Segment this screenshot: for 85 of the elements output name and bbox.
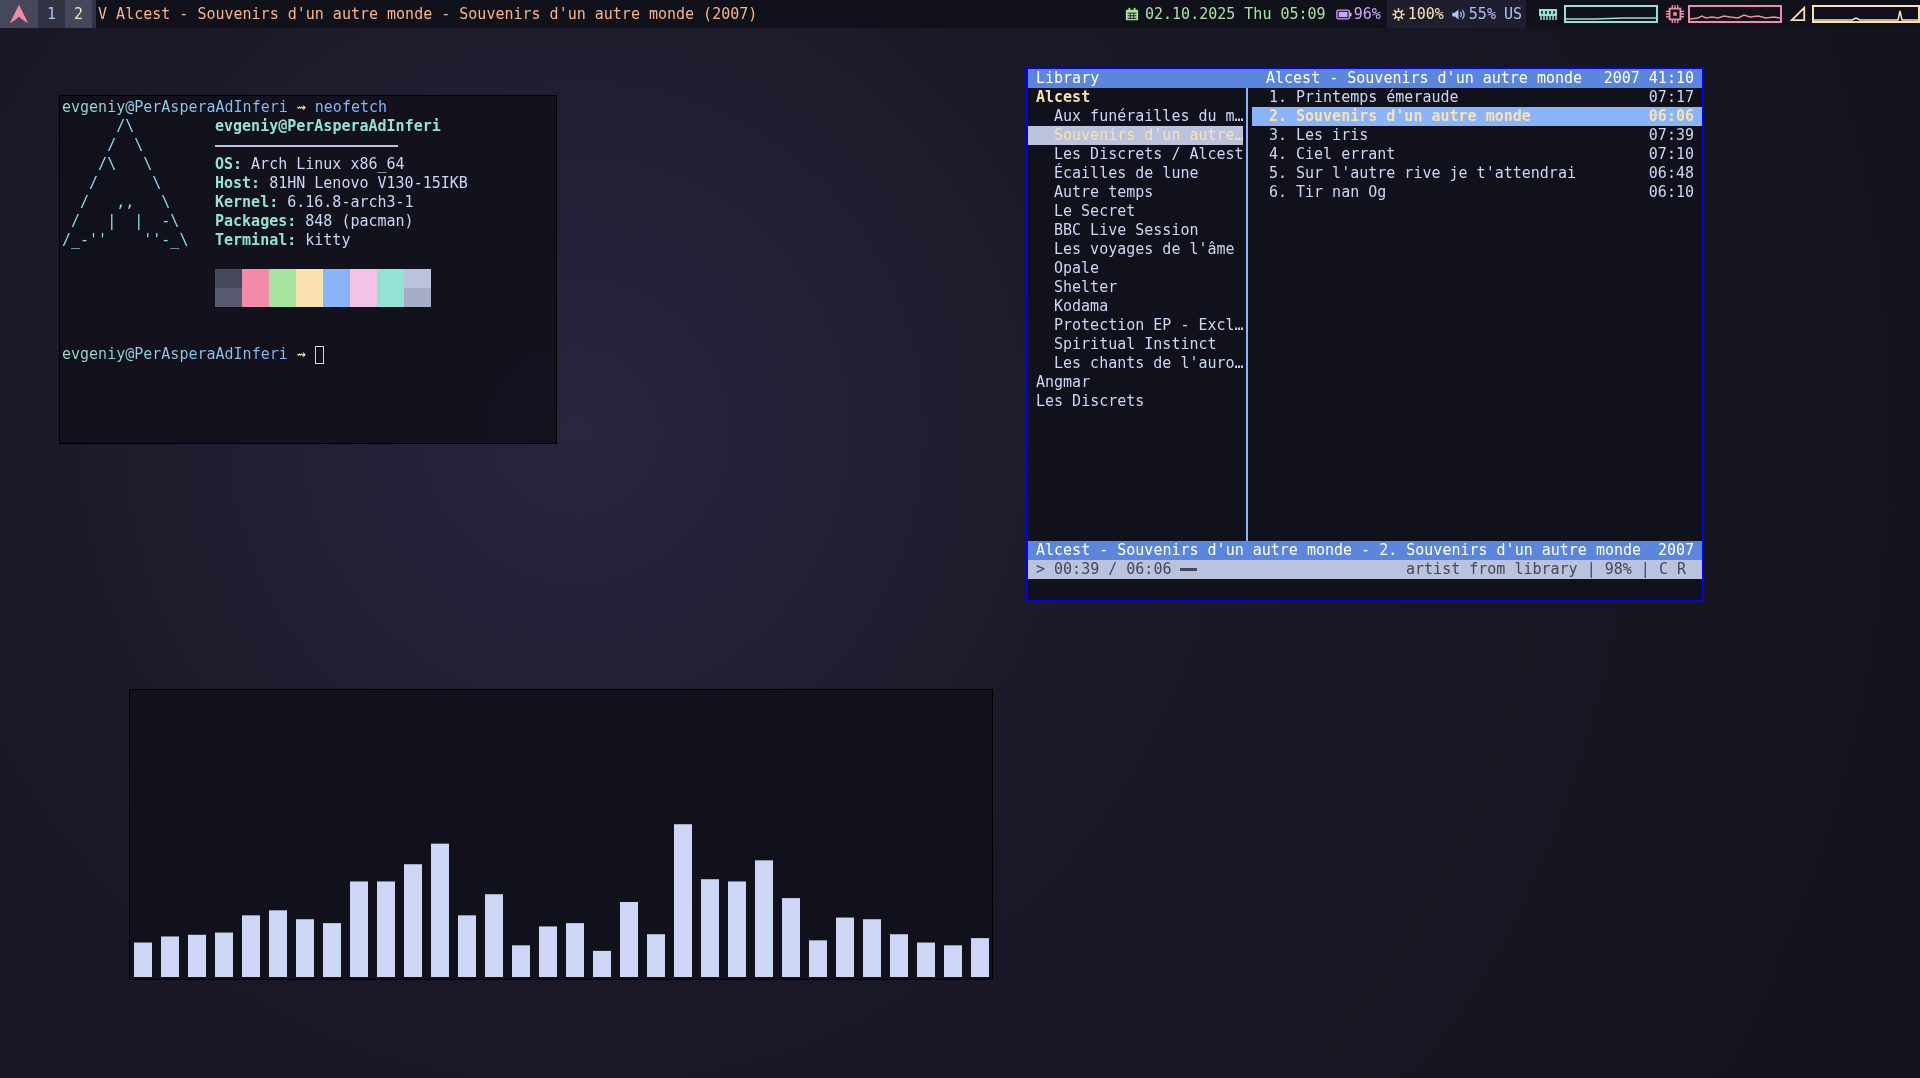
album-info: 2007 41:10 <box>1603 69 1694 88</box>
track-number: 5. <box>1269 164 1289 183</box>
workspace-tab[interactable]: 2 <box>65 0 93 28</box>
command-text: neofetch <box>314 98 388 117</box>
prompt-text: evgeniy@PerAsperaAdInferi <box>62 345 288 364</box>
album-item[interactable]: Shelter <box>1028 278 1246 297</box>
window-title: V Alcest - Souvenirs d'un autre monde - Souvenirs d'un autre monde (2007) <box>98 3 758 25</box>
text-cursor <box>314 346 324 364</box>
ascii-logo-line: / ,, \ <box>79 193 172 212</box>
info-value: 81HN Lenovo V130-15IKB <box>269 174 468 193</box>
artist-item[interactable]: Angmar <box>1028 373 1246 392</box>
brightness-text: 100% <box>1407 3 1444 25</box>
prompt-text: evgeniy@PerAsperaAdInferi <box>62 98 288 117</box>
track-duration: 06:06 <box>1648 107 1694 126</box>
track-row[interactable]: 4. Ciel errant 07:10 <box>1252 145 1702 164</box>
ascii-logo-line: / | | -\ <box>70 212 181 231</box>
track-duration: 07:17 <box>1648 88 1694 107</box>
info-label: Kernel: <box>215 193 279 212</box>
ascii-logo-line: / \ <box>106 136 145 155</box>
album-item[interactable]: Les Discrets / Alcest <box>1028 145 1246 164</box>
launcher-icon[interactable] <box>8 3 30 25</box>
album-item[interactable]: Kodama <box>1028 297 1246 316</box>
track-number: 6. <box>1269 183 1289 202</box>
info-value: 6.16.8-arch3-1 <box>287 193 414 212</box>
album-item[interactable]: Spiritual Instinct <box>1028 335 1246 354</box>
now-playing-text: Alcest - Souvenirs d'un autre monde - 2. Souvenirs d'un autre monde <box>1036 541 1642 560</box>
artist-item[interactable]: Les Discrets <box>1028 392 1246 411</box>
workspace-tab[interactable]: 1 <box>38 0 66 28</box>
ascii-logo-line: / \ <box>88 174 163 193</box>
ascii-logo-line: /\ <box>115 117 136 136</box>
album-item[interactable]: Les chants de l'auro… <box>1028 354 1246 373</box>
neofetch-title: evgeniy@PerAsperaAdInferi <box>215 117 442 136</box>
pane-title: Library <box>1036 69 1101 88</box>
track-duration: 07:10 <box>1648 145 1694 164</box>
album-item[interactable]: Protection EP - Excl… <box>1028 316 1246 335</box>
track-number: 4. <box>1269 145 1289 164</box>
track-row[interactable]: 1. Printemps émeraude 07:17 <box>1252 88 1702 107</box>
album-item[interactable]: BBC Live Session <box>1028 221 1246 240</box>
track-title: Printemps émeraude <box>1296 88 1459 107</box>
info-label: Terminal: <box>215 231 297 250</box>
track-number: 1. <box>1269 88 1289 107</box>
track-number: 2. <box>1269 107 1289 126</box>
clock-text: 02.10.2025 Thu 05:09 <box>1145 3 1326 25</box>
track-title: Les iris <box>1296 126 1369 145</box>
track-title: Tir nan Og <box>1296 183 1387 202</box>
cpu-chip-icon <box>1666 5 1684 23</box>
track-title: Sur l'autre rive je t'attendrai <box>1296 164 1576 183</box>
album-item[interactable]: Opale <box>1028 259 1246 278</box>
album-item[interactable]: Les voyages de l'âme <box>1028 240 1246 259</box>
status-info: artist from library | 98% | C R <box>1406 560 1686 579</box>
year-text: 2007 <box>1657 541 1694 560</box>
info-label: OS: <box>215 155 243 174</box>
artist-item[interactable]: Alcest <box>1028 88 1246 107</box>
prompt-arrow: ⇝ <box>296 345 306 364</box>
info-value: 848 (pacman) <box>305 212 414 231</box>
battery-icon <box>1335 8 1352 20</box>
track-row[interactable]: 6. Tir nan Og 06:10 <box>1252 183 1702 202</box>
album-title: Alcest - Souvenirs d'un autre monde <box>1266 69 1583 88</box>
info-value: kitty <box>305 231 351 250</box>
volume-text: 55% <box>1468 3 1496 25</box>
album-item[interactable]: Aux funérailles du m… <box>1028 107 1246 126</box>
battery-text: 96% <box>1353 3 1382 25</box>
track-duration: 06:10 <box>1648 183 1694 202</box>
signal-icon <box>1790 6 1806 22</box>
calendar-icon <box>1125 7 1139 21</box>
album-item[interactable]: Le Secret <box>1028 202 1246 221</box>
album-item[interactable]: Écailles de lune <box>1028 164 1246 183</box>
ascii-logo-line: /_-'' ''-_\ <box>62 231 190 250</box>
prompt-arrow: ⇝ <box>296 98 306 117</box>
gear-icon <box>1390 6 1406 22</box>
info-label: Host: <box>215 174 261 193</box>
ascii-logo-line: /\ \ <box>97 155 154 174</box>
track-title: Ciel errant <box>1296 145 1396 164</box>
track-row[interactable]: 5. Sur l'autre rive je t'attendrai 06:48 <box>1252 164 1702 183</box>
memory-chip-icon <box>1538 7 1558 21</box>
track-duration: 06:48 <box>1648 164 1694 183</box>
track-title: Souvenirs d'un autre monde <box>1296 107 1531 126</box>
playback-position: > 00:39 / 06:06 <box>1036 560 1172 579</box>
info-label: Packages: <box>215 212 297 231</box>
track-number: 3. <box>1269 126 1289 145</box>
track-row[interactable]: 3. Les iris 07:39 <box>1252 126 1702 145</box>
track-duration: 07:39 <box>1648 126 1694 145</box>
info-value: Arch Linux x86_64 <box>251 155 405 174</box>
album-item[interactable]: Autre temps <box>1028 183 1246 202</box>
keyboard-layout-text: US <box>1503 3 1522 25</box>
